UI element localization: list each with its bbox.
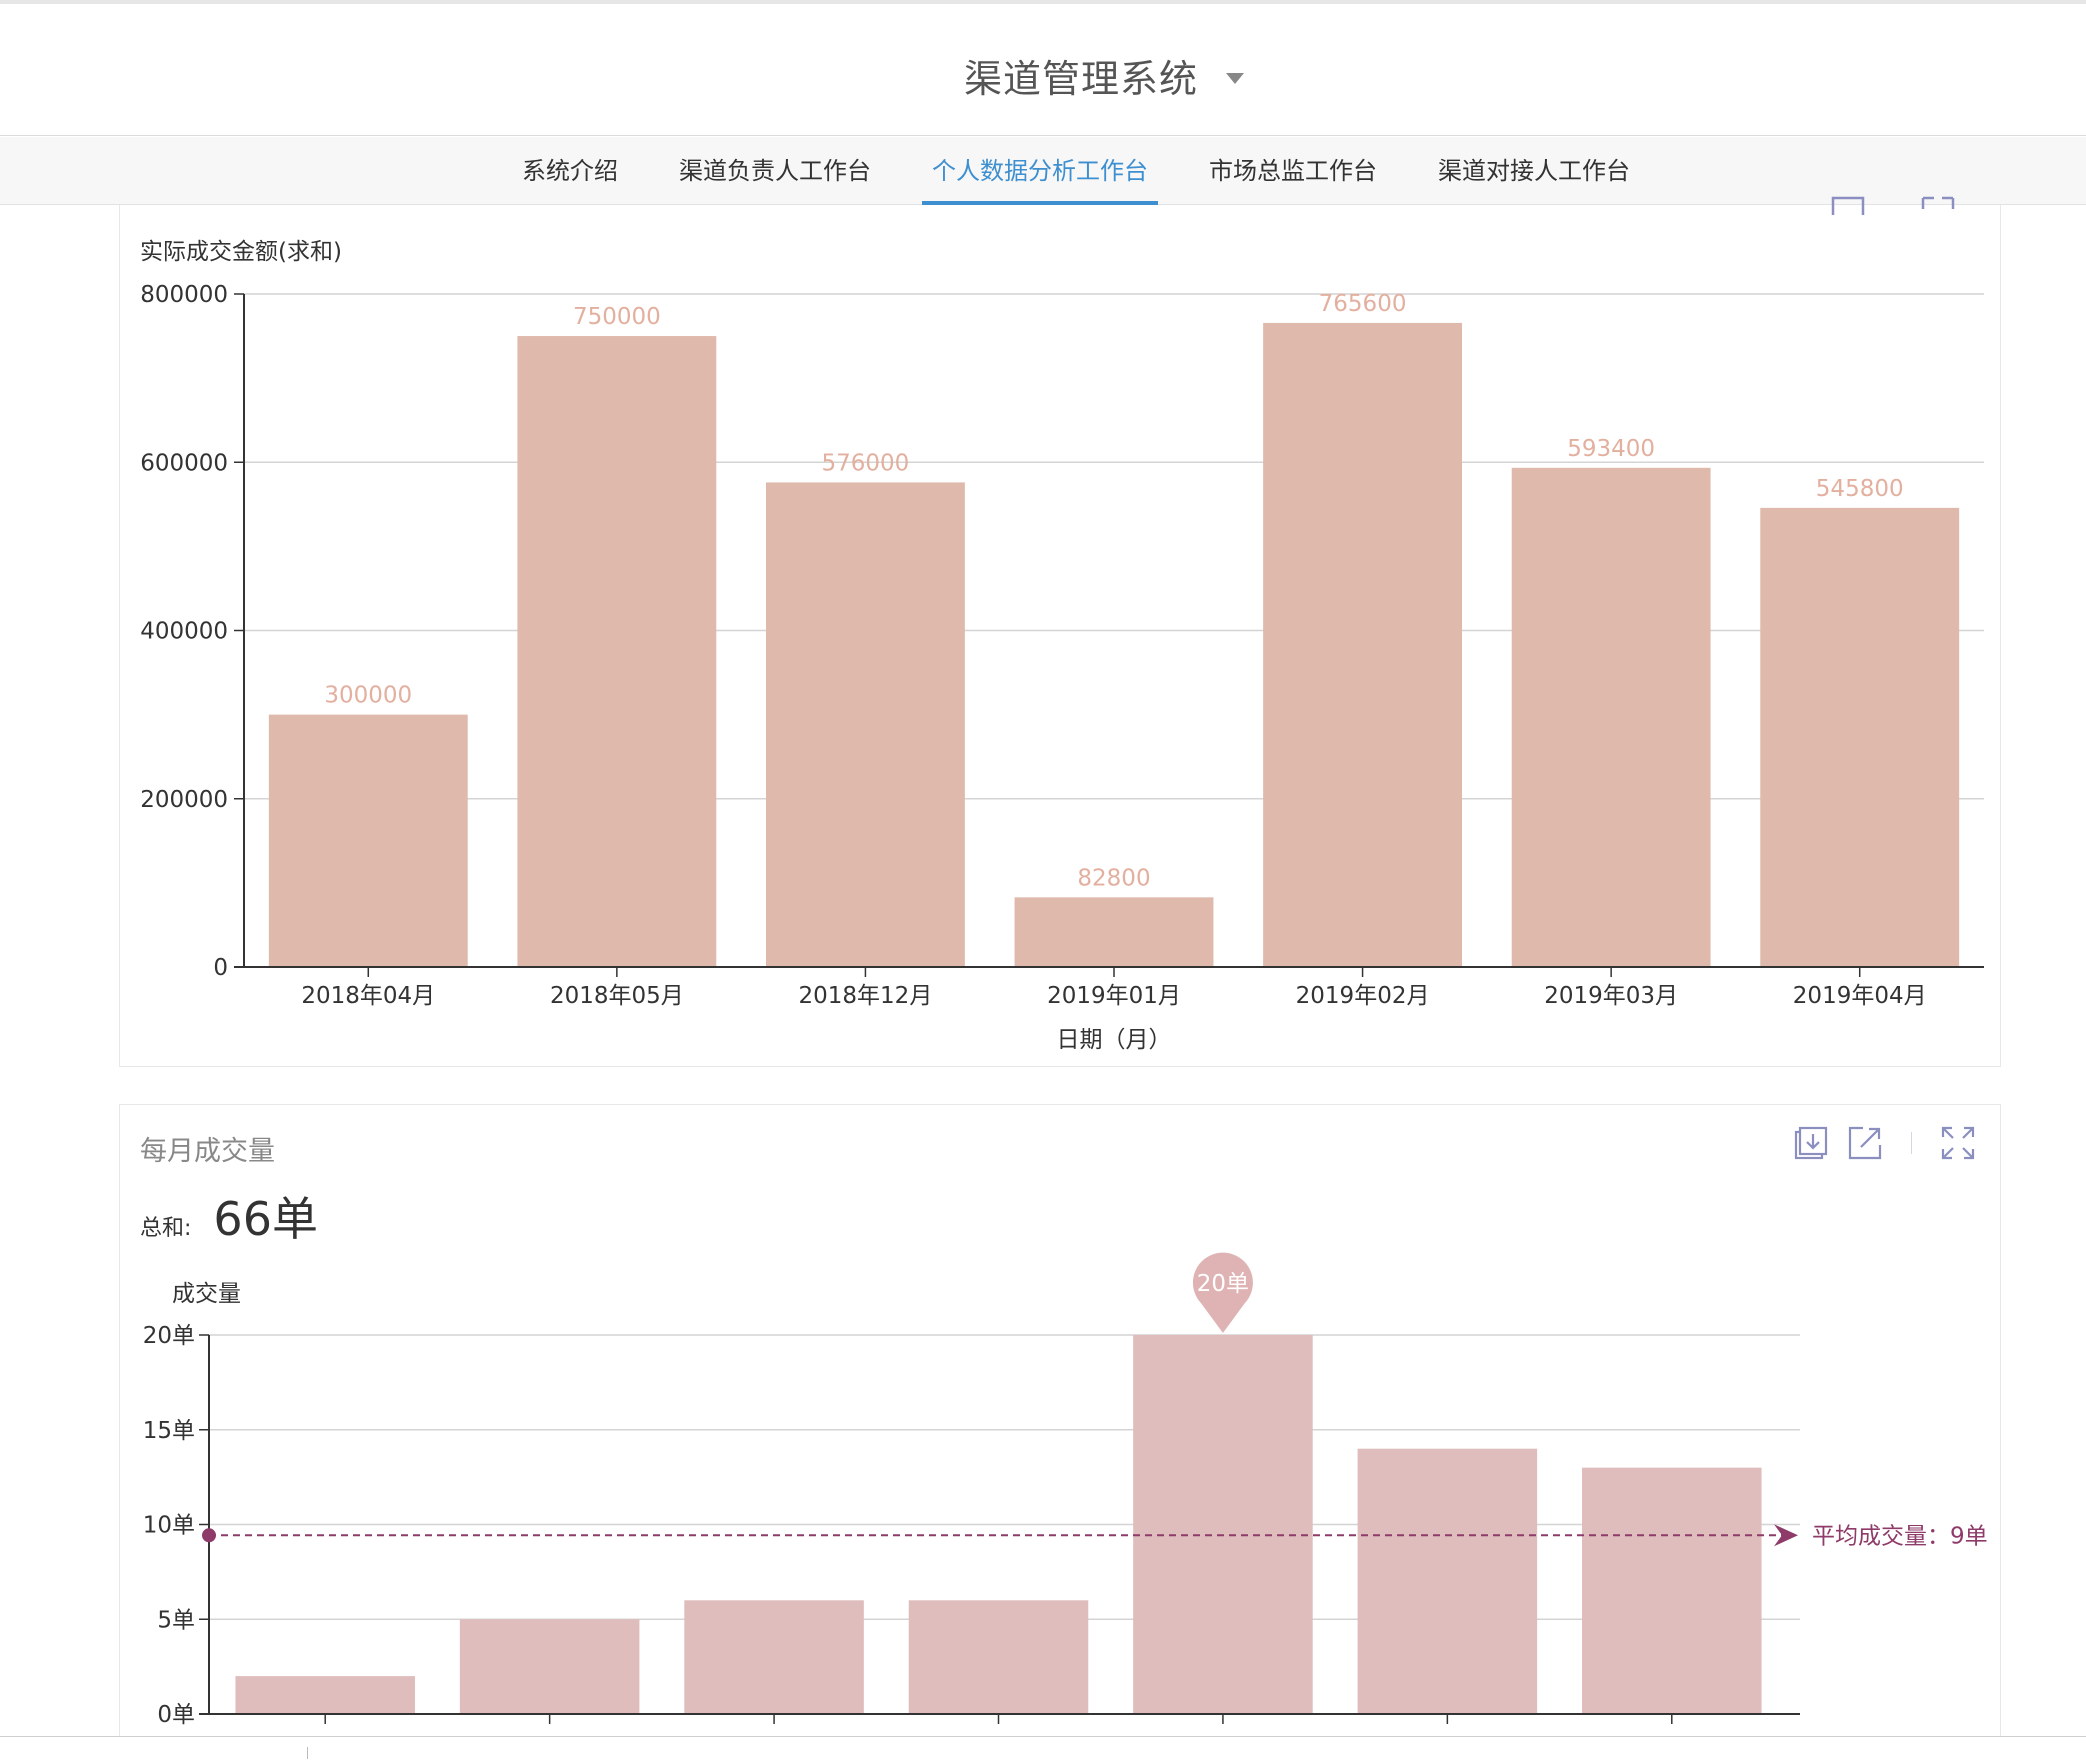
y-tick-label: 5单 [157, 1607, 195, 1633]
app-switcher[interactable]: 渠道管理系统 [964, 48, 1245, 103]
y-tick-label: 15单 [143, 1418, 195, 1444]
y-tick-label: 200000 [140, 787, 228, 813]
average-line-arrow [1774, 1524, 1798, 1547]
data-label: 750000 [573, 304, 661, 330]
data-label: 765600 [1319, 291, 1407, 317]
nav-bar: 系统介绍 渠道负责人工作台 个人数据分析工作台 市场总监工作台 渠道对接人工作台 [0, 137, 2086, 205]
chart-volume: 成交量 0单 5单 10单 15单 20单 20单平均成交量：9单 [143, 1252, 1988, 1728]
data-label: 82800 [1077, 865, 1150, 891]
data-label: 593400 [1567, 436, 1655, 462]
bar [1263, 322, 1462, 968]
y-tick-label: 800000 [140, 282, 228, 308]
data-label: 300000 [324, 683, 412, 709]
bar [1133, 1335, 1313, 1714]
x-tick-label: 2019年03月 [1544, 983, 1678, 1009]
bar [1357, 1448, 1538, 1714]
app-header: 渠道管理系统 [0, 4, 2086, 136]
x-axis-label: 日期（月） [1057, 1027, 1172, 1053]
nav-tabs: 系统介绍 渠道负责人工作台 个人数据分析工作台 市场总监工作台 渠道对接人工作台 [512, 137, 1681, 205]
bar [1760, 507, 1960, 967]
app-title: 渠道管理系统 [964, 57, 1199, 101]
x-tick-label: 2019年04月 [1793, 983, 1927, 1009]
y-axis-label: 实际成交金额(求和) [140, 239, 342, 265]
bar [1014, 897, 1214, 967]
bar [684, 1600, 864, 1714]
footer-tick [307, 1747, 308, 1759]
max-marker-label: 20单 [1197, 1271, 1249, 1297]
chart-panel-volume: 每月成交量 总和: 66单 成交量 0单 5单 10单 15单 20单 20单 平均成交量 [119, 1104, 2001, 1736]
tab-personal-analysis[interactable]: 个人数据分析工作台 [922, 137, 1158, 205]
footer-strip [0, 1736, 2086, 1760]
average-line-label: 平均成交量：9单 [1812, 1523, 1988, 1549]
bar [459, 1619, 640, 1714]
tab-system-intro[interactable]: 系统介绍 [512, 137, 628, 205]
data-label: 545800 [1816, 476, 1904, 502]
bar [908, 1600, 1089, 1714]
y-tick-label: 20单 [143, 1323, 195, 1349]
bar [766, 482, 965, 967]
y-tick-label: 0 [213, 955, 228, 981]
tab-marketing-director[interactable]: 市场总监工作台 [1199, 137, 1387, 205]
bar [1511, 467, 1711, 967]
x-tick-label: 2018年05月 [550, 983, 684, 1009]
data-label: 576000 [822, 450, 910, 476]
x-tick-label: 2018年04月 [301, 983, 435, 1009]
chart-amount: 实际成交金额(求和) 0 200000 400000 600000 800000 30000… [140, 239, 1984, 1053]
y-tick-label: 400000 [140, 619, 228, 645]
x-tick-label: 2019年02月 [1296, 983, 1430, 1009]
x-tick-label: 2019年01月 [1047, 983, 1181, 1009]
x-tick-label: 2018年12月 [799, 983, 933, 1009]
y-axis-label: 成交量 [172, 1281, 241, 1307]
chart-panel-amount: 实际成交金额(求和) 0 200000 400000 600000 800000 30000… [119, 196, 2001, 1067]
bar [517, 336, 717, 967]
y-tick-label: 0单 [157, 1702, 195, 1728]
tab-channel-liaison[interactable]: 渠道对接人工作台 [1428, 137, 1640, 205]
bar [1582, 1467, 1762, 1714]
caret-down-icon[interactable] [1226, 73, 1245, 84]
y-tick-label: 600000 [140, 450, 228, 476]
y-tick-label: 10单 [143, 1513, 195, 1539]
tab-channel-manager[interactable]: 渠道负责人工作台 [669, 137, 881, 205]
bar [235, 1676, 415, 1714]
bar [268, 714, 468, 967]
